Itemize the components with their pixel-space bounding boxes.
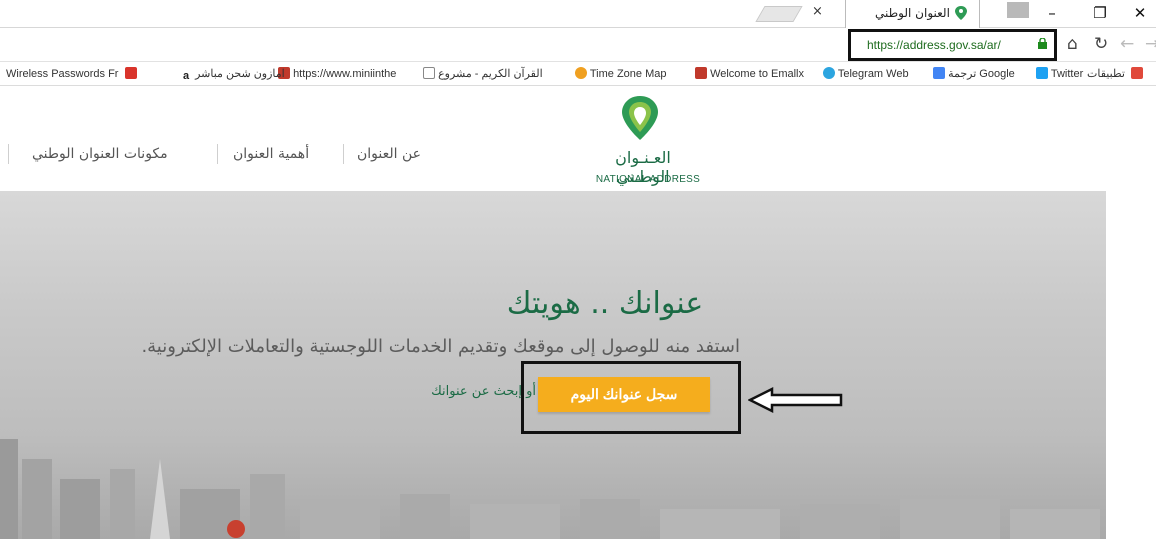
bookmark-quran[interactable]: القرآن الكريم - مشروع	[420, 67, 543, 80]
restore-icon[interactable]: ❐	[1088, 4, 1112, 22]
bookmark-label: Time Zone Map	[589, 68, 667, 80]
twitter-icon	[1036, 67, 1048, 79]
url-text[interactable]: https://address.gov.sa/ar/	[867, 38, 1001, 52]
profile-icon[interactable]	[1007, 2, 1029, 18]
menu-item-about-address[interactable]: عن العنوان	[357, 146, 421, 162]
tab-close-icon[interactable]: ×	[812, 4, 823, 19]
bookmark-label: https://www.miniinthe	[293, 68, 397, 80]
menu-divider	[343, 144, 344, 164]
national-address-logo-icon[interactable]	[620, 94, 660, 142]
tab-title[interactable]: العنوان الوطني	[875, 6, 950, 20]
hero-right-edge	[1106, 191, 1156, 539]
navigation-bar: https://address.gov.sa/ar/ ⌂ ↻ ← →	[0, 28, 1156, 62]
bookmark-wireless[interactable]: Wireless Passwords Fr	[6, 67, 137, 80]
hero-title: عنوانك .. هويتك	[506, 286, 704, 321]
title-bar: × العنوان الوطني – ❐ ✕	[0, 0, 1156, 28]
bookmark-apps[interactable]: تطبيقات	[1087, 67, 1144, 80]
arrow-left-icon	[748, 386, 843, 414]
reload-icon[interactable]: ↻	[1094, 34, 1108, 54]
bookmarks-bar: تطبيقات Twitter ترجمة Google Telegram We…	[0, 62, 1156, 86]
amazon-icon: a	[180, 70, 192, 82]
bookmark-label: القرآن الكريم - مشروع	[438, 68, 543, 80]
new-tab-button[interactable]	[755, 6, 803, 22]
apps-icon	[1131, 67, 1144, 79]
bookmark-label: تطبيقات	[1087, 68, 1125, 80]
bookmark-google-translate[interactable]: ترجمة Google	[930, 67, 1015, 80]
search-address-link[interactable]: أو إبحث عن عنوانك	[386, 384, 536, 399]
back-icon[interactable]: ←	[1120, 34, 1134, 54]
bookmark-label: Wireless Passwords Fr	[6, 68, 119, 80]
bookmark-twitter[interactable]: Twitter	[1033, 67, 1083, 80]
menu-item-address-importance[interactable]: أهمية العنوان	[233, 146, 309, 162]
bookmark-label: Telegram Web	[837, 68, 909, 80]
home-icon[interactable]: ⌂	[1067, 34, 1078, 54]
wireless-icon	[124, 67, 137, 79]
logo-english-text: NATIONAL ADDRESS	[595, 174, 701, 185]
close-icon[interactable]: ✕	[1128, 4, 1152, 22]
hero-subtitle: استفد منه للوصول إلى موقعك وتقديم الخدما…	[141, 336, 740, 357]
google-translate-icon	[933, 67, 945, 79]
bookmark-label: امازون شحن مباشر	[195, 68, 285, 80]
bookmark-amazon[interactable]: a امازون شحن مباشر	[177, 67, 285, 82]
lock-icon	[1038, 38, 1047, 49]
register-address-button[interactable]: سجل عنوانك اليوم	[538, 377, 710, 412]
timezone-icon	[575, 67, 587, 79]
telegram-icon	[823, 67, 835, 79]
map-pin-icon	[955, 6, 967, 20]
menu-divider	[217, 144, 218, 164]
bookmark-telegram[interactable]: Telegram Web	[820, 67, 909, 80]
bookmark-miniinthe[interactable]: https://www.miniinthe	[275, 67, 396, 80]
menu-divider	[8, 144, 9, 164]
site-header: مكونات العنوان الوطني أهمية العنوان عن ا…	[0, 86, 1156, 191]
menu-item-address-components[interactable]: مكونات العنوان الوطني	[32, 146, 168, 162]
bookmark-emallx[interactable]: Welcome to Emallx	[692, 67, 804, 80]
page-icon	[423, 67, 435, 79]
bookmark-label: ترجمة Google	[948, 68, 1015, 80]
hero-banner: عنوانك .. هويتك استفد منه للوصول إلى موق…	[0, 191, 1156, 539]
emallx-icon	[695, 67, 707, 79]
bookmark-timezone[interactable]: Time Zone Map	[572, 67, 666, 80]
forward-icon[interactable]: →	[1145, 34, 1156, 54]
bookmark-label: Welcome to Emallx	[710, 68, 804, 80]
minimize-icon[interactable]: –	[1040, 4, 1064, 22]
bookmark-label: Twitter	[1050, 68, 1084, 80]
